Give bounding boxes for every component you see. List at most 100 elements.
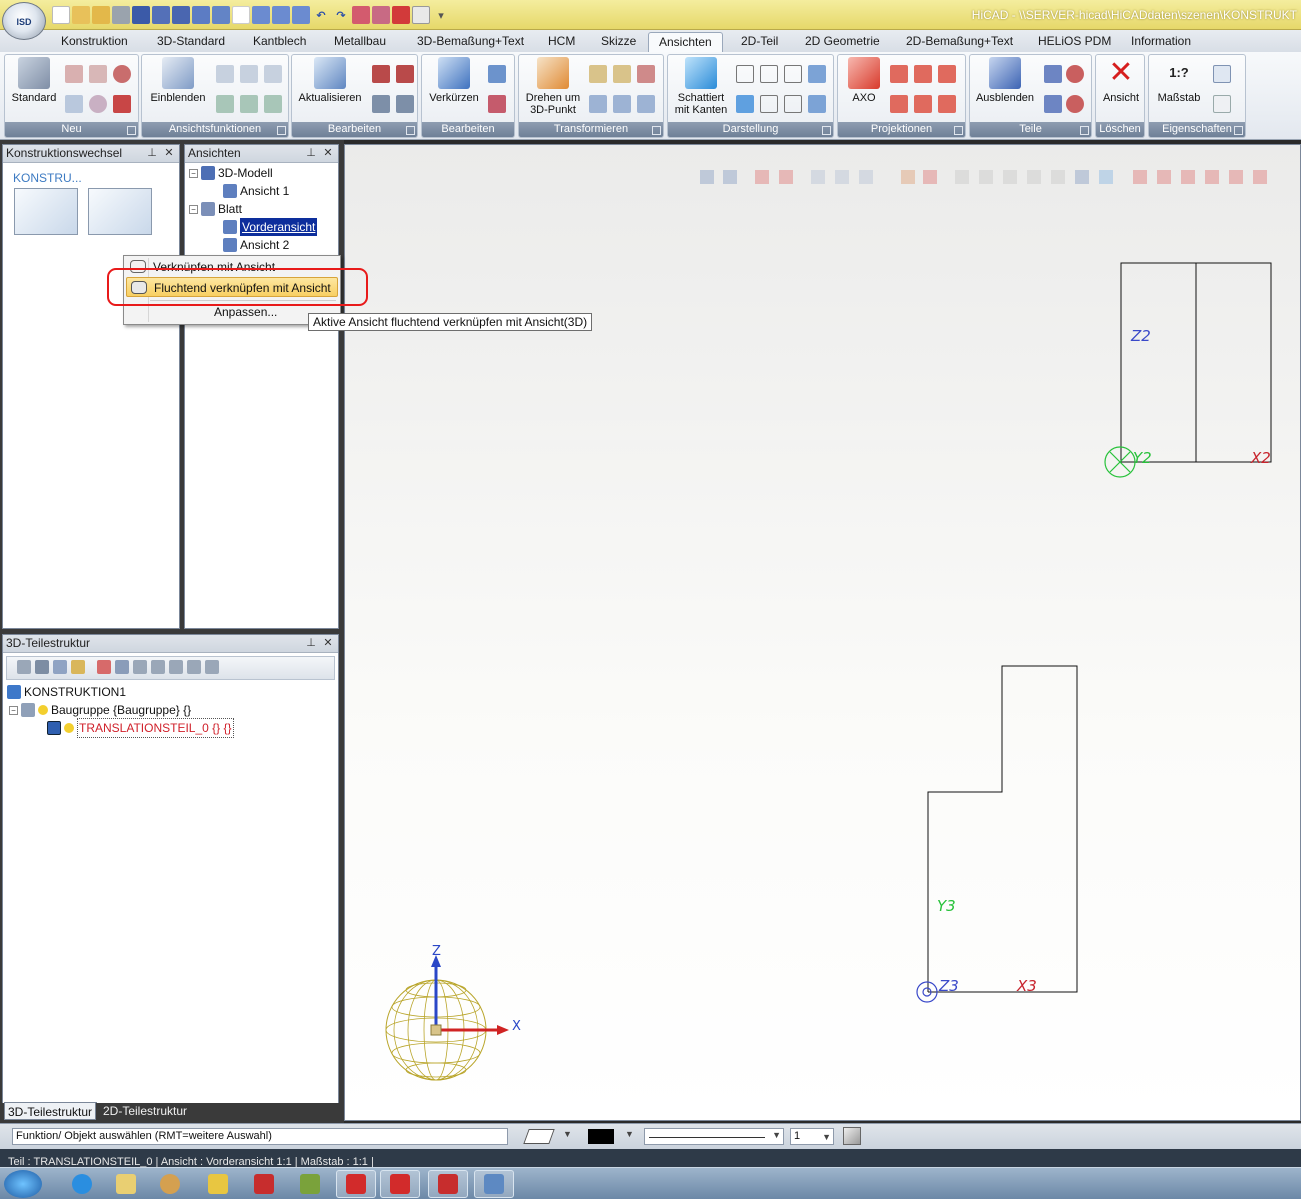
tree-item-translationsteil[interactable]: TRANSLATIONSTEIL_0 {} {} [47, 718, 234, 738]
hidden-dashed-icon[interactable] [784, 65, 802, 83]
edit-view-icon[interactable] [488, 65, 506, 83]
view-func-icon[interactable] [216, 65, 234, 83]
view-split-icon[interactable] [65, 65, 83, 83]
sort-az-icon[interactable] [205, 660, 219, 674]
command-prompt[interactable]: Funktion/ Objekt auswählen (RMT=weitere … [12, 1128, 508, 1145]
projection-icon[interactable] [938, 65, 956, 83]
view-detail-icon[interactable] [89, 65, 107, 83]
group-launcher-icon[interactable] [652, 126, 661, 135]
search-icon[interactable] [17, 660, 31, 674]
undo-icon[interactable]: ↶ [312, 6, 330, 24]
view-func-icon[interactable] [240, 95, 258, 113]
nav-icon[interactable] [700, 170, 714, 184]
group-launcher-icon[interactable] [406, 126, 415, 135]
explorer-icon[interactable] [106, 1170, 146, 1198]
group-launcher-icon[interactable] [127, 126, 136, 135]
view-func-icon[interactable] [240, 65, 258, 83]
tree-item-blatt[interactable]: − Blatt [189, 200, 242, 218]
export-icon[interactable] [192, 6, 210, 24]
tab-2d-bemassung[interactable]: 2D-Bemaßung+Text [896, 32, 1023, 52]
parts-icon[interactable] [1066, 65, 1084, 83]
quality-icon[interactable] [1051, 170, 1065, 184]
massstab-button[interactable]: 1:? Maßstab [1153, 57, 1205, 104]
tool-icon[interactable] [290, 1170, 330, 1198]
hidden-lines-icon[interactable] [979, 170, 993, 184]
tree-item-konstruktion1[interactable]: KONSTRUKTION1 [7, 683, 126, 701]
delete-view-icon[interactable] [488, 95, 506, 113]
structure-icon[interactable] [97, 660, 111, 674]
paste-icon[interactable] [71, 660, 85, 674]
tab-metallbau[interactable]: Metallbau [324, 32, 396, 52]
wireframe-icon[interactable] [736, 65, 754, 83]
tree-item-ansicht-2[interactable]: Ansicht 2 [223, 236, 289, 254]
quality-icon[interactable] [760, 95, 778, 113]
projection-icon[interactable] [890, 95, 908, 113]
menu-item-anpassen[interactable]: Anpassen... [126, 302, 338, 322]
view-func-icon[interactable] [264, 95, 282, 113]
bookmark-icon[interactable] [272, 6, 290, 24]
level-2-icon[interactable] [151, 660, 165, 674]
doc-icon[interactable] [835, 170, 849, 184]
transform-icon[interactable] [613, 65, 631, 83]
line-style-icon[interactable] [523, 1129, 555, 1144]
tab-helios-pdm[interactable]: HELiOS PDM [1028, 32, 1121, 52]
save-as-icon[interactable] [152, 6, 170, 24]
ansicht-loeschen-button[interactable]: ✕ Ansicht [1098, 57, 1144, 105]
open-folder-icon[interactable] [92, 6, 110, 24]
customize-qat-icon[interactable]: ▾ [432, 6, 450, 24]
line-type-select[interactable]: ▼ [644, 1128, 784, 1145]
open-folder-icon[interactable] [72, 6, 90, 24]
projection-icon[interactable] [890, 65, 908, 83]
chevron-down-icon[interactable]: ▼ [625, 1129, 634, 1139]
projection-icon[interactable] [914, 65, 932, 83]
structure-icon[interactable] [115, 660, 129, 674]
cut-icon[interactable] [35, 660, 49, 674]
paint-icon[interactable] [150, 1170, 190, 1198]
hicad-icon[interactable] [244, 1170, 284, 1198]
transform-icon[interactable] [637, 95, 655, 113]
level-3-icon[interactable] [169, 660, 183, 674]
tree-item-3d-modell[interactable]: − 3D-Modell [189, 164, 273, 182]
redo-icon[interactable]: ↷ [332, 6, 350, 24]
wireframe-icon[interactable] [955, 170, 969, 184]
konstruktion-thumbnail[interactable] [88, 188, 152, 235]
schattiert-mit-kanten-button[interactable]: Schattiert mit Kanten [670, 57, 732, 116]
transform-icon[interactable] [637, 65, 655, 83]
view-section-icon[interactable] [113, 65, 131, 83]
layer-icon[interactable] [352, 6, 370, 24]
shade-icon[interactable] [808, 65, 826, 83]
edit-view-icon[interactable] [372, 95, 390, 113]
new-file-icon[interactable] [52, 6, 70, 24]
pin-icon[interactable]: ⊥ [304, 636, 318, 650]
projection-icon[interactable] [1205, 170, 1219, 184]
view-func-icon[interactable] [264, 65, 282, 83]
doc-icon[interactable] [811, 170, 825, 184]
name-tag-icon[interactable] [1213, 65, 1231, 83]
sw-icon[interactable] [380, 1170, 420, 1198]
hatch-icon[interactable] [843, 1127, 861, 1145]
pin-icon[interactable]: ⊥ [145, 146, 159, 160]
start-orb-icon[interactable] [4, 1170, 42, 1198]
nav-icon[interactable] [723, 170, 737, 184]
projection-icon[interactable] [938, 95, 956, 113]
tree-item-baugruppe[interactable]: − Baugruppe {Baugruppe} {} [9, 701, 191, 719]
tab-information[interactable]: Information [1121, 32, 1201, 52]
transform-icon[interactable] [589, 65, 607, 83]
group-launcher-icon[interactable] [954, 126, 963, 135]
ie-icon[interactable] [62, 1170, 102, 1198]
sort-icon[interactable] [187, 660, 201, 674]
view-icon[interactable] [901, 170, 915, 184]
konstruktion-thumbnail[interactable] [14, 188, 78, 235]
tree-item-vorderansicht[interactable]: Vorderansicht [223, 218, 318, 236]
link-icon[interactable] [779, 170, 793, 184]
link-icon[interactable] [755, 170, 769, 184]
tab-konstruktion[interactable]: Konstruktion [51, 32, 138, 52]
projection-icon[interactable] [1157, 170, 1171, 184]
menu-item-fluchtend-verknuepfen[interactable]: Fluchtend verknüpfen mit Ansicht [126, 277, 338, 297]
projection-icon[interactable] [1133, 170, 1147, 184]
drawing-viewport[interactable]: Z2 Y2 X2 Y3 Z3 X3 Z X [344, 144, 1301, 1121]
tab-hcm[interactable]: HCM [538, 32, 585, 52]
tab-3d-bemassung[interactable]: 3D-Bemaßung+Text [407, 32, 534, 52]
hicad-icon[interactable] [428, 1170, 468, 1198]
pin-icon[interactable]: ⊥ [304, 146, 318, 160]
